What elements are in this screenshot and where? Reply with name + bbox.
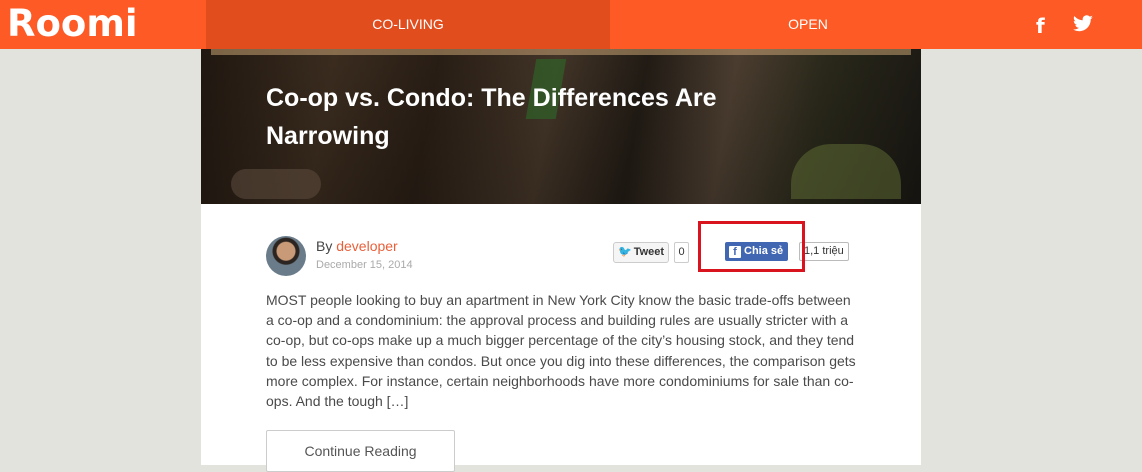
nav-tab-co-living[interactable]: CO-LIVING	[206, 0, 610, 49]
post-hero-image[interactable]: Co-op vs. Condo: The Differences Are Nar…	[201, 49, 921, 204]
top-navigation-bar: Roomi CO-LIVING OPEN f	[0, 0, 1142, 49]
author-avatar	[266, 236, 306, 276]
highlight-annotation-box	[698, 221, 805, 272]
nav-tab-open[interactable]: OPEN	[610, 0, 1006, 49]
hero-photo-detail	[211, 49, 911, 55]
facebook-share-count: 1,1 triệu	[799, 242, 849, 261]
tweet-label: Tweet	[633, 246, 665, 258]
continue-reading-button[interactable]: Continue Reading	[266, 430, 455, 472]
twitter-bird-icon: 🐦	[618, 246, 632, 258]
tweet-count: 0	[674, 242, 689, 263]
hero-photo-detail	[231, 169, 321, 199]
twitter-icon[interactable]	[1072, 15, 1094, 38]
post-title[interactable]: Co-op vs. Condo: The Differences Are Nar…	[266, 79, 826, 155]
author-byline: By developer	[316, 238, 398, 254]
author-link[interactable]: developer	[336, 238, 398, 254]
post-excerpt: MOST people looking to buy an apartment …	[266, 292, 856, 410]
by-prefix: By	[316, 238, 333, 254]
post-card: By developer December 15, 2014 🐦 Tweet 0 …	[201, 204, 921, 472]
tweet-button[interactable]: 🐦 Tweet	[613, 242, 670, 263]
facebook-icon[interactable]: f	[1036, 14, 1045, 38]
post-date: December 15, 2014	[316, 259, 413, 271]
roomi-logo[interactable]: Roomi	[7, 2, 138, 46]
